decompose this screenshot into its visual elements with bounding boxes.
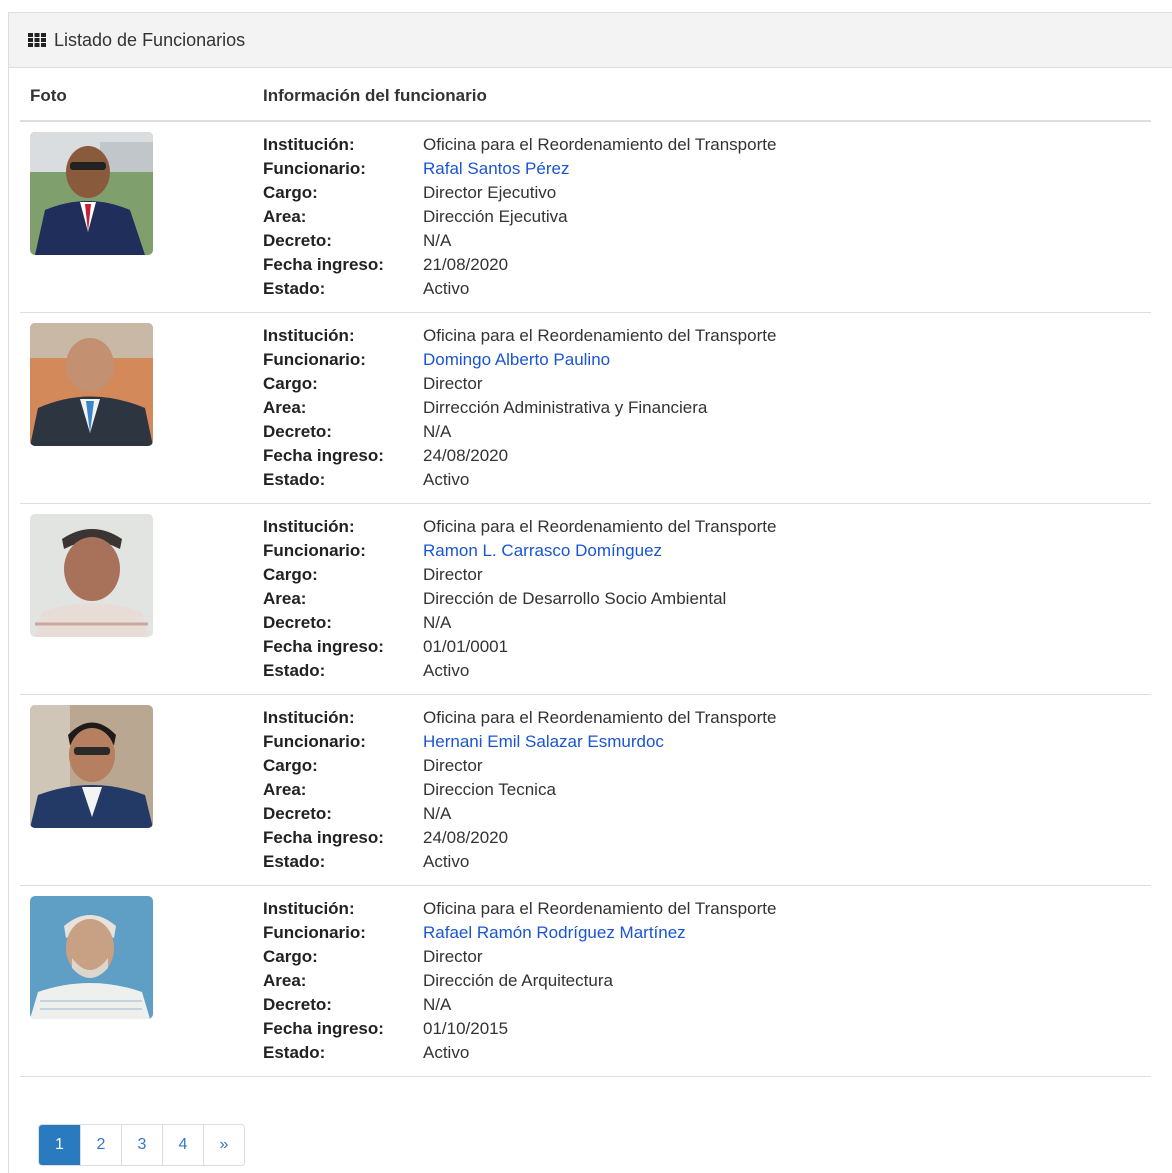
label-institucion: Institución:	[263, 326, 355, 345]
official-photo	[30, 323, 153, 446]
label-fecha: Fecha ingreso:	[263, 1019, 384, 1038]
label-estado: Estado:	[263, 1043, 326, 1062]
value-fecha: 21/08/2020	[423, 255, 509, 274]
table-header: Foto Información del funcionario	[20, 72, 1151, 122]
official-photo	[30, 132, 153, 255]
value-decreto: N/A	[423, 613, 452, 632]
value-cargo: Director	[423, 374, 483, 393]
label-decreto: Decreto:	[263, 995, 332, 1014]
official-name-link[interactable]: Rafal Santos Pérez	[423, 159, 569, 178]
label-decreto: Decreto:	[263, 422, 332, 441]
column-header-info: Información del funcionario	[263, 86, 487, 105]
official-name-link[interactable]: Hernani Emil Salazar Esmurdoc	[423, 732, 664, 751]
label-fecha: Fecha ingreso:	[263, 446, 384, 465]
value-estado: Activo	[423, 279, 470, 298]
value-estado: Activo	[423, 470, 470, 489]
value-fecha: 01/01/0001	[423, 637, 509, 656]
value-decreto: N/A	[423, 995, 452, 1014]
label-institucion: Institución:	[263, 708, 355, 727]
value-cargo: Director	[423, 756, 483, 775]
official-info: Institución: Oficina para el Reordenamien…	[263, 897, 776, 1065]
value-area: Dirección de Arquitectura	[423, 971, 613, 990]
label-fecha: Fecha ingreso:	[263, 255, 384, 274]
label-estado: Estado:	[263, 661, 326, 680]
value-cargo: Director Ejecutivo	[423, 183, 557, 202]
value-estado: Activo	[423, 1043, 470, 1062]
value-fecha: 01/10/2015	[423, 1019, 509, 1038]
label-funcionario: Funcionario:	[263, 541, 366, 560]
label-institucion: Institución:	[263, 899, 355, 918]
official-info: Institución: Oficina para el Reordenamien…	[263, 706, 776, 874]
official-info: Institución: Oficina para el Reordenamien…	[263, 515, 776, 683]
label-institucion: Institución:	[263, 517, 355, 536]
value-cargo: Director	[423, 565, 483, 584]
label-area: Area:	[263, 398, 307, 417]
official-photo	[30, 705, 153, 828]
table-row: Institución: Oficina para el Reordenamien…	[20, 504, 1151, 695]
page-3-button[interactable]: 3	[121, 1125, 162, 1165]
value-institucion: Oficina para el Reordenamiento del Trans…	[423, 517, 777, 536]
value-decreto: N/A	[423, 231, 452, 250]
official-name-link[interactable]: Ramon L. Carrasco Domínguez	[423, 541, 662, 560]
label-funcionario: Funcionario:	[263, 350, 366, 369]
table-row: Institución: Oficina para el Reordenamien…	[20, 886, 1151, 1077]
label-cargo: Cargo:	[263, 374, 318, 393]
official-photo	[30, 514, 153, 637]
page-4-button[interactable]: 4	[162, 1125, 203, 1165]
value-area: Dirección Ejecutiva	[423, 207, 568, 226]
page-2-button[interactable]: 2	[80, 1125, 121, 1165]
label-estado: Estado:	[263, 470, 326, 489]
label-funcionario: Funcionario:	[263, 732, 366, 751]
table-row: Institución: Oficina para el Reordenamien…	[20, 122, 1151, 313]
label-estado: Estado:	[263, 279, 326, 298]
value-area: Direccion Tecnica	[423, 780, 556, 799]
label-decreto: Decreto:	[263, 804, 332, 823]
label-decreto: Decreto:	[263, 613, 332, 632]
page-1-button[interactable]: 1	[39, 1125, 80, 1165]
panel-title: Listado de Funcionarios	[54, 29, 246, 50]
value-area: Dirección de Desarrollo Socio Ambiental	[423, 589, 727, 608]
value-fecha: 24/08/2020	[423, 446, 509, 465]
value-institucion: Oficina para el Reordenamiento del Trans…	[423, 899, 777, 918]
label-funcionario: Funcionario:	[263, 159, 366, 178]
label-area: Area:	[263, 971, 307, 990]
table-row: Institución: Oficina para el Reordenamien…	[20, 313, 1151, 504]
value-estado: Activo	[423, 661, 470, 680]
label-fecha: Fecha ingreso:	[263, 828, 384, 847]
label-decreto: Decreto:	[263, 231, 332, 250]
label-cargo: Cargo:	[263, 756, 318, 775]
official-photo	[30, 896, 153, 1019]
next-page-button[interactable]: »	[203, 1125, 244, 1165]
panel-heading: Listado de Funcionarios	[9, 13, 1172, 68]
grid-icon	[28, 33, 46, 47]
label-fecha: Fecha ingreso:	[263, 637, 384, 656]
official-name-link[interactable]: Domingo Alberto Paulino	[423, 350, 610, 369]
value-institucion: Oficina para el Reordenamiento del Trans…	[423, 708, 777, 727]
value-cargo: Director	[423, 947, 483, 966]
value-institucion: Oficina para el Reordenamiento del Trans…	[423, 326, 777, 345]
label-area: Area:	[263, 780, 307, 799]
label-cargo: Cargo:	[263, 947, 318, 966]
value-decreto: N/A	[423, 422, 452, 441]
officials-table: Foto Información del funcionario Institu…	[20, 72, 1151, 1077]
value-fecha: 24/08/2020	[423, 828, 509, 847]
label-cargo: Cargo:	[263, 183, 318, 202]
official-info: Institución: Oficina para el Reordenamien…	[263, 324, 776, 492]
value-estado: Activo	[423, 852, 470, 871]
label-institucion: Institución:	[263, 135, 355, 154]
table-row: Institución: Oficina para el Reordenamien…	[20, 695, 1151, 886]
label-area: Area:	[263, 589, 307, 608]
label-area: Area:	[263, 207, 307, 226]
value-institucion: Oficina para el Reordenamiento del Trans…	[423, 135, 777, 154]
value-decreto: N/A	[423, 804, 452, 823]
column-header-foto: Foto	[30, 86, 67, 105]
official-name-link[interactable]: Rafael Ramón Rodríguez Martínez	[423, 923, 686, 942]
official-info: Institución: Oficina para el Reordenamien…	[263, 133, 776, 301]
label-estado: Estado:	[263, 852, 326, 871]
value-area: Dirrección Administrativa y Financiera	[423, 398, 708, 417]
label-cargo: Cargo:	[263, 565, 318, 584]
label-funcionario: Funcionario:	[263, 923, 366, 942]
pagination: 1 2 3 4 »	[38, 1124, 245, 1166]
